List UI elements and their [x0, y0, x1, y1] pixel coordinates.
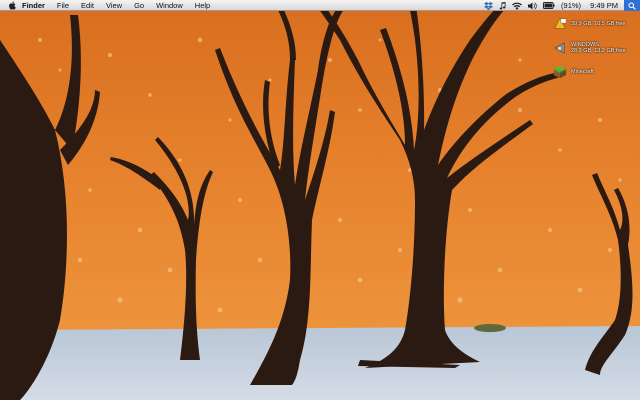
- wifi-icon[interactable]: [509, 2, 525, 10]
- menu-help[interactable]: Help: [189, 0, 216, 11]
- desktop-icon-windows[interactable]: WINDOWS 28.9 GB, 13.2 GB free: [553, 41, 625, 55]
- minecraft-icon: [553, 65, 567, 79]
- desktop-icon-hard-drive[interactable]: 39.9 GB, 10.5 GB free: [553, 17, 625, 31]
- volume-icon[interactable]: [525, 2, 540, 10]
- menu-file[interactable]: File: [51, 0, 75, 11]
- desktop-icon-minecraft-label: Minecraft: [571, 68, 594, 75]
- battery-icon[interactable]: [540, 2, 558, 9]
- desktop-icon-hard-drive-info: 39.9 GB, 10.5 GB free: [571, 20, 626, 27]
- windows-drive-icon: [554, 42, 565, 54]
- dropbox-icon[interactable]: [481, 1, 496, 10]
- status-area: (91%) 9:49 PM: [481, 0, 640, 11]
- battery-percent: (91%): [561, 1, 582, 10]
- desktop-icon-windows-info: 28.9 GB, 13.2 GB free: [571, 48, 626, 54]
- desktop-icon-minecraft[interactable]: Minecraft: [553, 65, 594, 79]
- menu-edit[interactable]: Edit: [75, 0, 100, 11]
- menu-go[interactable]: Go: [128, 0, 150, 11]
- desktop-wallpaper: [0, 0, 640, 400]
- menubar-clock[interactable]: 9:49 PM: [584, 0, 624, 11]
- menu-app-finder[interactable]: Finder: [18, 0, 51, 11]
- menu-view[interactable]: View: [100, 0, 128, 11]
- apple-icon[interactable]: [6, 0, 18, 11]
- menu-bar: Finder File Edit View Go Window Help (91…: [0, 0, 640, 11]
- music-icon[interactable]: [496, 1, 509, 10]
- spotlight-icon[interactable]: [624, 0, 640, 11]
- drive-icon: [554, 17, 567, 29]
- menu-window[interactable]: Window: [150, 0, 189, 11]
